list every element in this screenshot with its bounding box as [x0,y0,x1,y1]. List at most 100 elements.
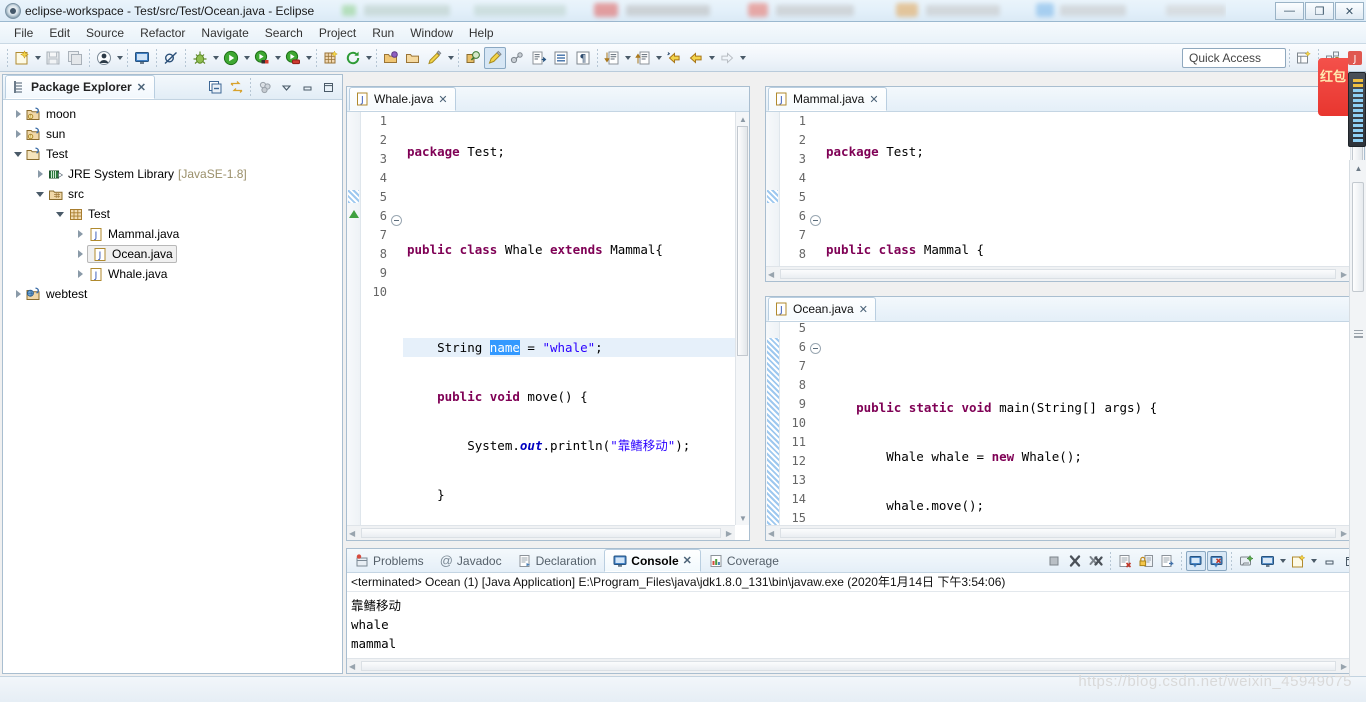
mammal-horizontal-scrollbar[interactable]: ◀ ▶ [766,266,1350,281]
tab-mammal-java[interactable]: J Mammal.java ✕ [768,87,887,111]
view-menu-icon[interactable] [255,77,275,97]
close-icon[interactable]: ✕ [869,93,878,106]
coverage-dropdown-icon[interactable] [273,47,282,69]
refresh-dropdown-icon[interactable] [364,47,373,69]
forward2-dropdown-icon[interactable] [738,47,747,69]
tree-item-webtest[interactable]: webtest [5,284,342,304]
quick-access-input[interactable]: Quick Access [1182,47,1286,68]
menu-project[interactable]: Project [311,24,364,42]
expand-arrow-icon[interactable] [73,230,87,238]
pencil-dropdown-icon[interactable] [446,47,455,69]
menu-edit[interactable]: Edit [41,24,78,42]
scroll-right-arrow-icon[interactable]: ▶ [1341,270,1347,279]
tab-declaration[interactable]: Declaration [510,549,605,572]
ocean-folding-ruler[interactable] [810,322,822,540]
menu-file[interactable]: File [6,24,41,42]
scroll-up-arrow-icon[interactable]: ▲ [736,112,750,126]
scroll-down-arrow-icon[interactable]: ▼ [736,511,750,525]
pencil-icon[interactable] [424,47,446,69]
mammal-folding-ruler[interactable] [810,112,822,281]
forward-dropdown-icon[interactable] [707,47,716,69]
debug-icon[interactable] [189,47,211,69]
close-icon[interactable]: ✕ [859,303,868,316]
whale-vertical-scrollbar[interactable]: ▲ ▼ [735,112,749,525]
fold-collapse-icon[interactable] [391,215,402,227]
menu-run[interactable]: Run [364,24,402,42]
save-icon[interactable] [42,47,64,69]
close-icon[interactable]: ✕ [438,93,447,106]
person-icon[interactable] [93,47,115,69]
run-icon[interactable] [220,47,242,69]
new-wizard-dropdown-icon[interactable] [33,47,42,69]
ocean-horizontal-scrollbar[interactable]: ◀ ▶ [766,525,1350,540]
collapse-arrow-icon[interactable] [53,212,67,217]
red-packet-widget[interactable]: 红包 [1318,58,1348,116]
minimize-icon[interactable] [297,77,317,97]
tab-coverage[interactable]: Coverage [701,549,787,572]
coverage-run-icon[interactable] [251,47,273,69]
tree-item-src[interactable]: src [5,184,342,204]
collapse-all-icon[interactable] [205,77,225,97]
scroll-left-arrow-icon[interactable]: ◀ [349,529,355,538]
display-selected-console-icon[interactable] [1257,551,1277,571]
person-dropdown-icon[interactable] [115,47,124,69]
mammal-source-code[interactable]: package Test; public class Mammal { Stri… [822,112,1364,281]
open-type-icon[interactable] [380,47,402,69]
tree-item-sun[interactable]: ! sun [5,124,342,144]
new-wizard-icon[interactable] [11,47,33,69]
fold-collapse-icon[interactable] [810,343,821,355]
expand-arrow-icon[interactable] [33,170,47,178]
open-console-icon[interactable] [1288,551,1308,571]
ocean-annotation-ruler[interactable] [766,322,780,540]
scroll-left-arrow-icon[interactable]: ◀ [349,662,355,671]
expand-arrow-icon[interactable] [11,130,25,138]
window-vertical-scrollbar[interactable]: ▲ ▼ [1349,160,1366,690]
terminate-icon[interactable] [1044,551,1064,571]
scroll-right-arrow-icon[interactable]: ▶ [1341,529,1347,538]
console-horizontal-scrollbar[interactable]: ◀ ▶ [347,658,1350,673]
next-annotation-icon[interactable] [528,47,550,69]
link-with-editor-icon[interactable] [226,77,246,97]
next-edit-dropdown-icon[interactable] [623,47,632,69]
tree-item-ocean-java[interactable]: J Ocean.java [5,244,342,264]
close-button[interactable]: ✕ [1335,2,1364,20]
collapse-arrow-icon[interactable] [11,152,25,157]
toggle-mark-occurrences-icon[interactable] [484,46,506,69]
expand-arrow-icon[interactable] [73,250,87,258]
mammal-code-area[interactable]: 1 2 3 4 5 6 7 8 package Test; public cla… [766,112,1364,281]
show-whitespace-icon[interactable]: ¶ [572,47,594,69]
whale-code-area[interactable]: 1 2 3 4 5 6 7 8 9 10 package Test; publi… [347,112,749,540]
expand-arrow-icon[interactable] [73,270,87,278]
maximize-icon[interactable] [318,77,338,97]
scroll-lock-icon[interactable] [1136,551,1156,571]
menu-refactor[interactable]: Refactor [132,24,193,42]
forward2-icon[interactable] [716,47,738,69]
scroll-right-arrow-icon[interactable]: ▶ [726,529,732,538]
menu-source[interactable]: Source [78,24,132,42]
menu-navigate[interactable]: Navigate [193,24,256,42]
tree-item-test-package[interactable]: Test [5,204,342,224]
debug-dropdown-icon[interactable] [211,47,220,69]
expand-arrow-icon[interactable] [11,110,25,118]
close-icon[interactable]: ✕ [683,554,692,567]
search-icon[interactable] [462,47,484,69]
whale-folding-ruler[interactable] [391,112,403,540]
tab-javadoc[interactable]: @ Javadoc [432,549,510,572]
refresh-icon[interactable] [342,47,364,69]
fold-collapse-icon[interactable] [810,215,821,227]
back-icon[interactable] [663,47,685,69]
open-console-dropdown-icon[interactable] [1309,550,1318,572]
mammal-annotation-ruler[interactable] [766,112,780,281]
run-dropdown-icon[interactable] [242,47,251,69]
view-dropdown-icon[interactable] [276,77,296,97]
previous-edit-icon[interactable] [632,47,654,69]
remove-all-launches-icon[interactable] [1086,551,1106,571]
scroll-up-arrow-icon[interactable]: ▲ [1350,160,1366,176]
tree-item-whale-java[interactable]: J Whale.java [5,264,342,284]
clear-console-icon[interactable] [1115,551,1135,571]
tab-package-explorer[interactable]: Package Explorer ✕ [5,75,155,99]
scroll-right-arrow-icon[interactable]: ▶ [1341,662,1347,671]
tab-ocean-java[interactable]: J Ocean.java ✕ [768,297,876,321]
forward-icon[interactable] [685,47,707,69]
open-perspective-icon[interactable] [1293,47,1315,69]
